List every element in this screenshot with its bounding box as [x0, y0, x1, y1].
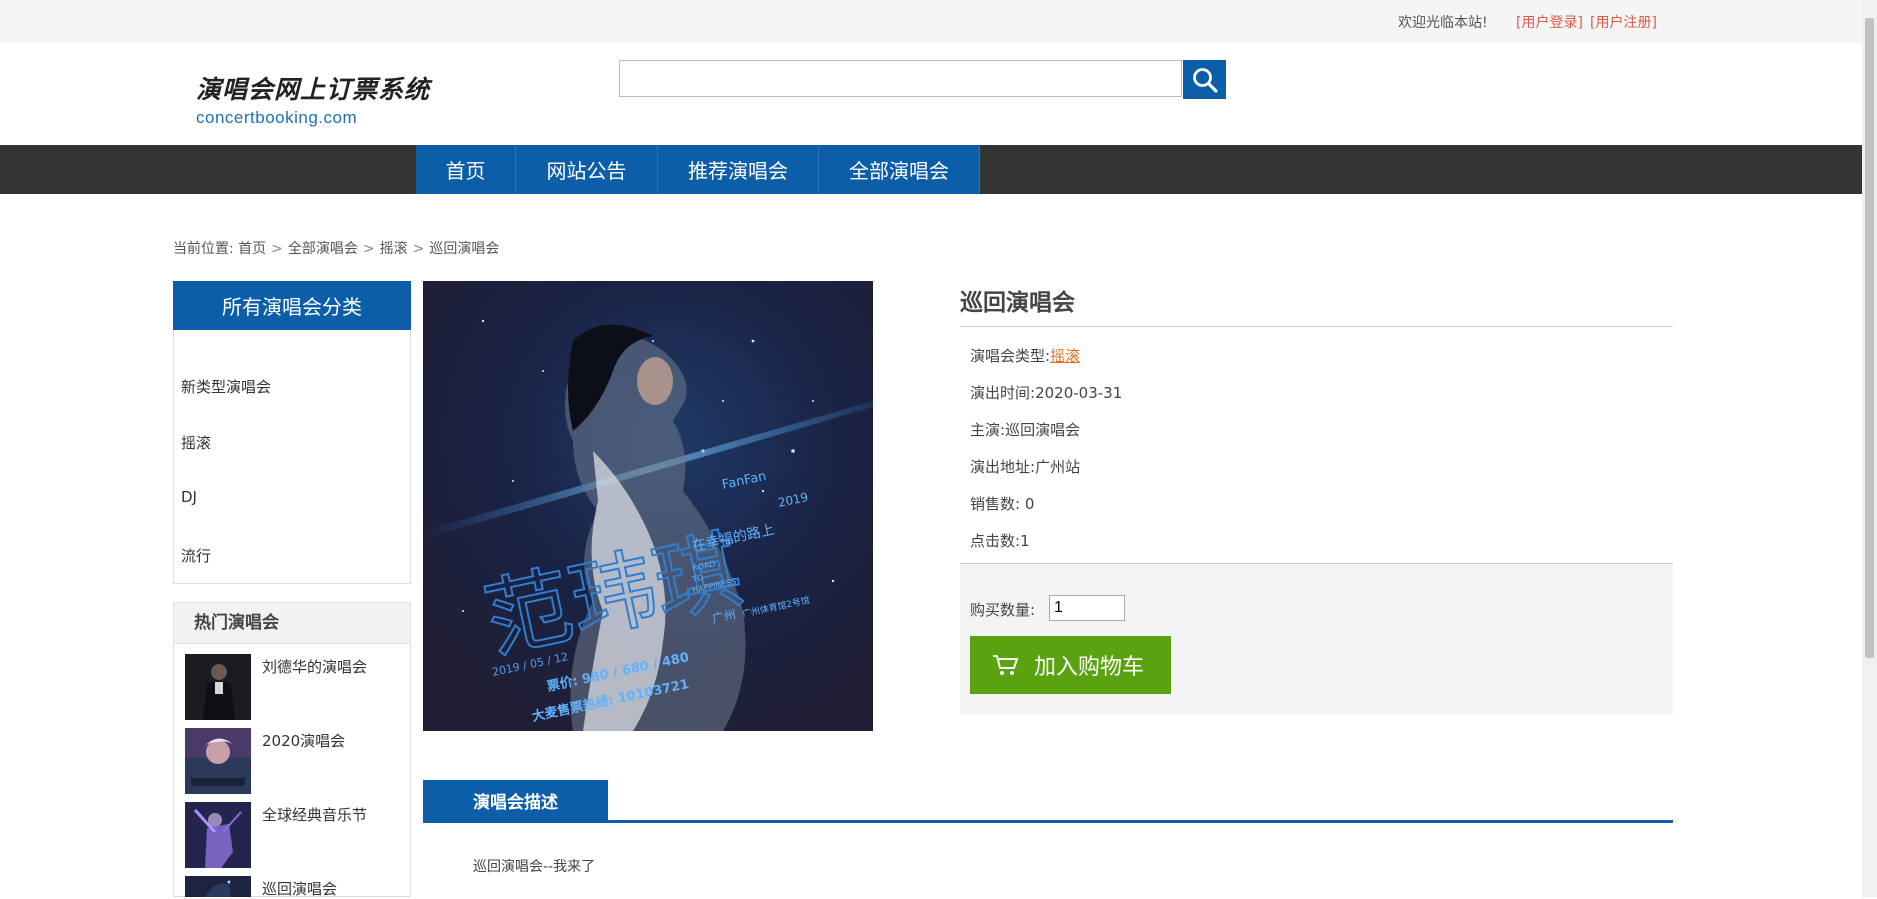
detail-clicks-row: 点击数:1 [970, 530, 1030, 551]
address-label: 演出地址: [970, 458, 1036, 476]
search-button[interactable] [1183, 60, 1226, 99]
clicks-label: 点击数: [970, 532, 1021, 550]
clicks-value: 1 [1020, 532, 1030, 550]
breadcrumb-all-concerts[interactable]: 全部演唱会 [288, 241, 358, 257]
time-value: 2020-03-31 [1035, 384, 1123, 402]
scrollbar-thumb[interactable] [1865, 18, 1874, 658]
concert-poster[interactable]: 范玮琪 FanFan 2019 在幸福的路上 ROAD TO HAPPINESS… [423, 281, 873, 731]
hot-concert-thumbnail[interactable] [185, 728, 251, 794]
performer-value: 巡回演唱会 [1005, 421, 1081, 439]
nav-all-concerts[interactable]: 全部演唱会 [819, 145, 980, 194]
sales-label: 销售数: [970, 495, 1021, 513]
tab-description[interactable]: 演唱会描述 [423, 780, 608, 820]
hot-concert-thumbnail[interactable] [185, 654, 251, 720]
site-logo[interactable]: 演唱会网上订票系统 concertbooking.com [196, 70, 431, 127]
type-label: 演唱会类型: [970, 347, 1051, 365]
detail-performer-row: 主演:巡回演唱会 [970, 419, 1080, 440]
concert-poster-image: 范玮琪 FanFan 2019 在幸福的路上 ROAD TO HAPPINESS… [423, 281, 873, 731]
login-link[interactable]: [用户登录] [1516, 12, 1583, 32]
add-to-cart-label: 加入购物车 [1034, 655, 1145, 680]
divider [960, 326, 1673, 327]
hot-concerts-title: 热门演唱会 [173, 602, 411, 644]
hot-concert-title[interactable]: 巡回演唱会 [262, 878, 337, 899]
chevron-right-icon: > [271, 241, 283, 257]
description-text: 巡回演唱会--我来了 [473, 859, 596, 875]
category-item[interactable]: 新类型演唱会 [181, 376, 271, 397]
hot-concert-title[interactable]: 全球经典音乐节 [262, 804, 367, 825]
cart-icon [993, 655, 1018, 675]
breadcrumb: 当前位置: 首页 > 全部演唱会 > 摇滚 > 巡回演唱会 [173, 238, 499, 258]
welcome-text: 欢迎光临本站! [1398, 15, 1488, 31]
breadcrumb-current: 巡回演唱会 [429, 241, 500, 257]
chevron-right-icon: > [362, 241, 375, 257]
logo-cn-text: 演唱会网上订票系统 [196, 75, 431, 104]
time-label: 演出时间: [970, 384, 1036, 402]
nav-announcements[interactable]: 网站公告 [516, 145, 658, 194]
chevron-right-icon: > [412, 241, 425, 257]
detail-type-row: 演唱会类型:摇滚 [970, 345, 1080, 366]
breadcrumb-category[interactable]: 摇滚 [380, 241, 408, 257]
add-to-cart-button[interactable]: 加入购物车 [970, 636, 1171, 694]
concert-title: 巡回演唱会 [960, 290, 1075, 316]
search-icon [1192, 67, 1218, 93]
category-item[interactable]: 摇滚 [181, 432, 211, 453]
quantity-input[interactable] [1049, 595, 1125, 621]
register-link[interactable]: [用户注册] [1590, 12, 1657, 32]
sales-value: 0 [1024, 495, 1035, 513]
breadcrumb-prefix: 当前位置: [173, 241, 234, 257]
category-item[interactable]: DJ [181, 488, 197, 506]
description-divider [423, 820, 1673, 823]
hot-concert-thumbnail[interactable] [185, 876, 251, 897]
hot-concert-thumbnail[interactable] [185, 802, 251, 868]
address-value: 广州站 [1035, 458, 1081, 476]
hot-concert-title[interactable]: 刘德华的演唱会 [262, 656, 367, 677]
category-panel-title: 所有演唱会分类 [173, 281, 411, 330]
nav-home[interactable]: 首页 [416, 145, 516, 194]
search-input[interactable] [619, 60, 1182, 97]
logo-en-text: concertbooking.com [196, 108, 358, 127]
type-link[interactable]: 摇滚 [1050, 347, 1080, 365]
category-item[interactable]: 流行 [181, 545, 211, 566]
detail-address-row: 演出地址:广州站 [970, 456, 1080, 477]
detail-sales-row: 销售数: 0 [970, 493, 1034, 514]
nav-recommended[interactable]: 推荐演唱会 [658, 145, 819, 194]
top-welcome-bar: 欢迎光临本站! [用户登录] [用户注册] [0, 0, 1862, 43]
detail-time-row: 演出时间:2020-03-31 [970, 382, 1122, 403]
performer-label: 主演: [970, 421, 1006, 439]
quantity-label: 购买数量: [970, 601, 1036, 619]
main-nav: 首页 网站公告 推荐演唱会 全部演唱会 [0, 145, 1862, 194]
hot-concert-title[interactable]: 2020演唱会 [262, 730, 345, 751]
breadcrumb-home[interactable]: 首页 [238, 241, 266, 257]
